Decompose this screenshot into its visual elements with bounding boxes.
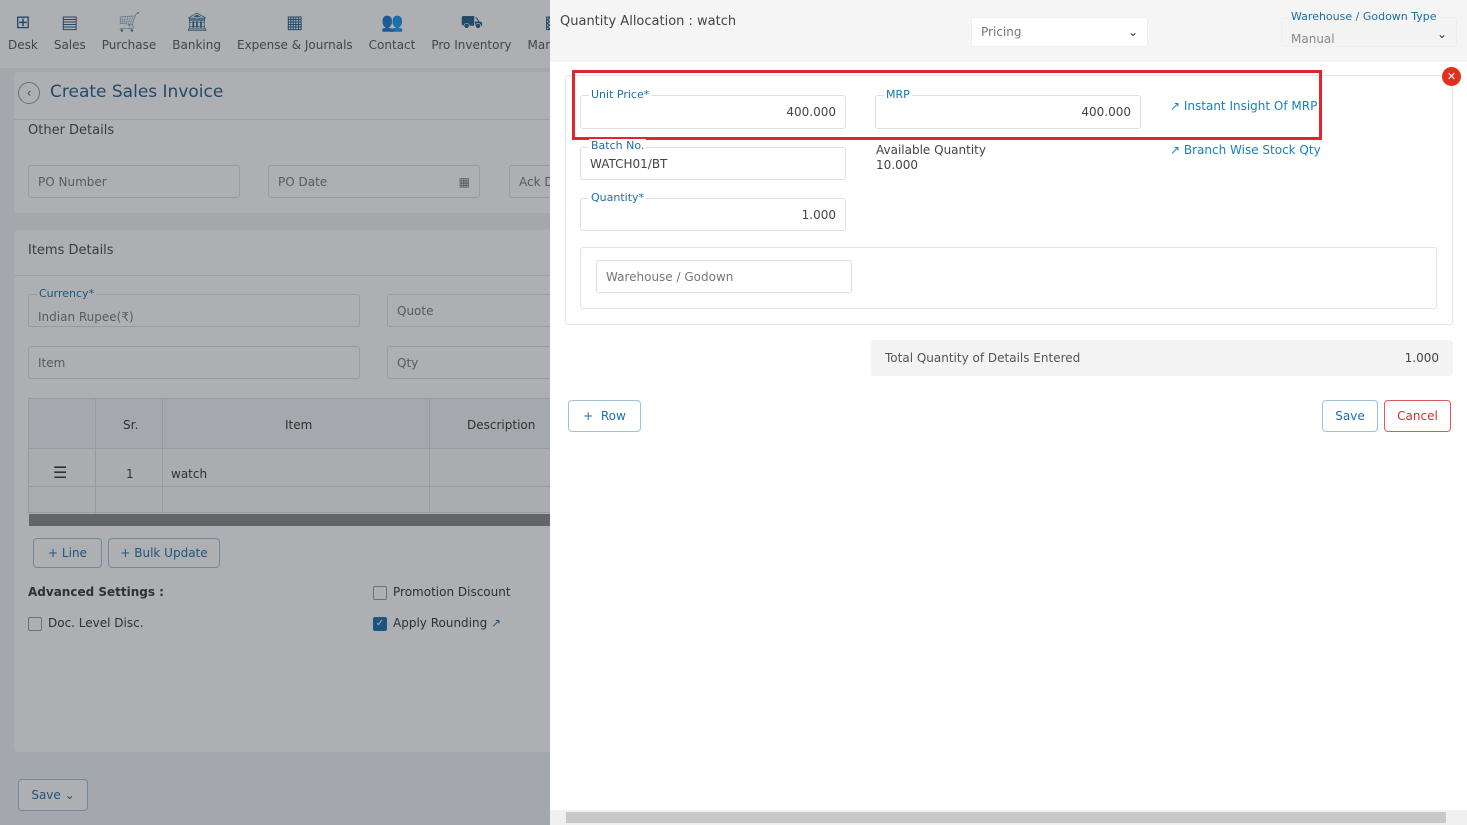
total-label: Total Quantity of Details Entered <box>885 351 1081 365</box>
cancel-button[interactable]: Cancel <box>1384 400 1451 432</box>
warehouse-input[interactable]: Warehouse / Godown <box>596 260 852 293</box>
horizontal-scrollbar[interactable] <box>550 810 1467 825</box>
warehouse-type-label: Warehouse / Godown Type <box>1291 10 1437 23</box>
modal-backdrop[interactable] <box>0 0 550 825</box>
branch-wise-stock-link[interactable]: ↗ Branch Wise Stock Qty <box>1170 143 1321 157</box>
batch-label: Batch No. <box>589 139 647 152</box>
available-quantity-label: Available Quantity <box>876 143 986 157</box>
pricing-select[interactable]: Pricing ⌄ <box>971 17 1148 47</box>
total-value: 1.000 <box>1404 351 1439 365</box>
instant-insight-mrp-link[interactable]: ↗ Instant Insight Of MRP <box>1170 99 1317 113</box>
mrp-input[interactable]: 400.000 <box>875 95 1141 129</box>
quantity-label: Quantity* <box>589 191 647 204</box>
add-row-button[interactable]: + Row <box>568 400 641 432</box>
available-quantity-value: 10.000 <box>876 158 918 172</box>
mrp-label: MRP <box>884 88 912 101</box>
quantity-allocation-panel: Quantity Allocation : watch Pricing ⌄ Man… <box>550 0 1467 825</box>
unit-price-label: Unit Price* <box>589 88 652 101</box>
total-quantity-bar: Total Quantity of Details Entered 1.000 <box>871 340 1453 376</box>
save-button[interactable]: Save <box>1322 400 1378 432</box>
panel-title: Quantity Allocation : watch <box>560 14 737 29</box>
remove-row-icon[interactable]: ✕ <box>1442 67 1461 86</box>
